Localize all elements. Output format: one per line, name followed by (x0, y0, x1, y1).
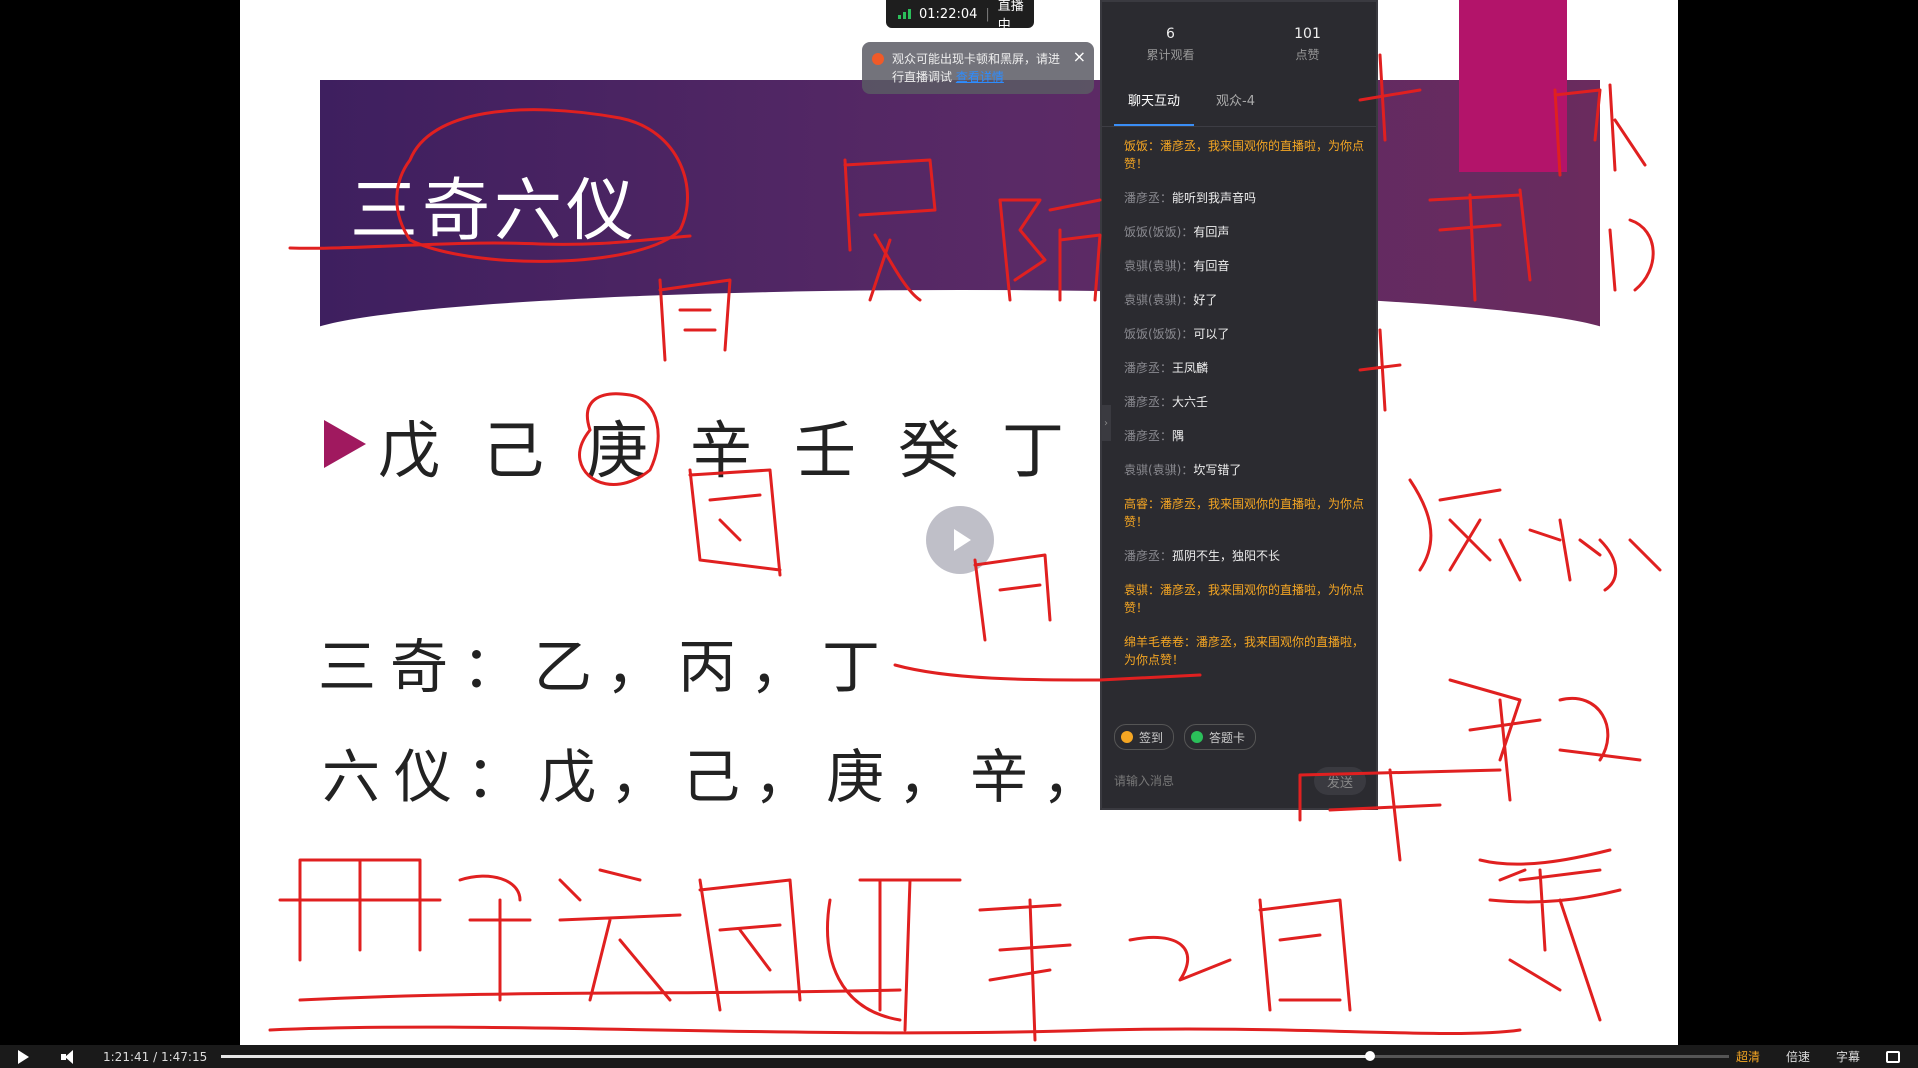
bullet-triangle-icon (324, 420, 366, 468)
quality-button[interactable]: 超清 (1736, 1048, 1760, 1065)
current-time: 1:21:41 (103, 1049, 150, 1064)
stat-likes: 101 点赞 (1239, 26, 1376, 78)
center-play-button[interactable] (926, 506, 994, 574)
play-icon (954, 529, 971, 551)
chat-message-text: 孤阴不生，独阳不长 (1172, 549, 1281, 563)
tab-chat[interactable]: 聊天互动 (1110, 78, 1198, 126)
player-stage: 三奇六仪 戊己庚辛壬癸丁 三奇：乙，丙，丁 六仪：戊，己，庚，辛， 01:22:… (0, 0, 1918, 1068)
chevron-right-icon: › (1104, 417, 1108, 429)
chat-message-text: 好了 (1193, 293, 1218, 307)
play-icon[interactable] (18, 1049, 29, 1064)
duration: 1:47:15 (160, 1049, 208, 1064)
notice-link[interactable]: 查看详情 (956, 70, 1004, 84)
live-separator: | (985, 6, 990, 22)
chat-message-text: 有回音 (1193, 259, 1230, 273)
chat-message: 潘彦丞：能听到我声音吗 (1124, 189, 1366, 207)
panel-tabs: 聊天互动 观众-4 (1102, 78, 1376, 127)
banner-curve-shape (300, 290, 1620, 410)
time-display: 1:21:41 / 1:47:15 (103, 1050, 207, 1064)
chat-panel: 6 累计观看 101 点赞 聊天互动 观众-4 饭饭：潘彦丞，我来围观你的直播啦… (1100, 0, 1378, 810)
chat-message-author: 饭饭(饭饭)： (1124, 225, 1194, 239)
player-right-controls: 超清 倍速 字幕 (1736, 1048, 1900, 1065)
chat-message: 袁骐(袁骐)：有回音 (1124, 257, 1366, 275)
warning-dot-icon (872, 53, 884, 65)
chat-message-text: 坎写错了 (1193, 463, 1242, 477)
checkin-button[interactable]: 签到 (1114, 724, 1175, 750)
progress-fill (221, 1055, 1370, 1058)
checkin-icon (1121, 731, 1133, 743)
chat-message-text: 潘彦丞，我来围观你的直播啦，为你点赞！ (1124, 497, 1365, 529)
chat-message: 绵羊毛卷卷：潘彦丞，我来围观你的直播啦，为你点赞！ (1124, 633, 1366, 669)
player-control-bar: 1:21:41 / 1:47:15 超清 倍速 字幕 (0, 1045, 1918, 1068)
panel-stats: 6 累计观看 101 点赞 (1102, 2, 1376, 78)
tab-audience[interactable]: 观众-4 (1198, 78, 1273, 126)
debug-notice: 观众可能出现卡顿和黑屏，请进行直播调试 查看详情 × (862, 42, 1094, 94)
chat-message: 潘彦丞：隅 (1124, 427, 1366, 445)
panel-collapse-handle[interactable]: › (1101, 405, 1111, 441)
stat-views-label: 累计观看 (1146, 48, 1195, 62)
slide-liuyi-line: 六仪：戊，己，庚，辛， (322, 743, 1115, 811)
time-separator: / (153, 1049, 158, 1064)
answer-card-label: 答题卡 (1209, 730, 1246, 745)
chat-message-text: 能听到我声音吗 (1172, 191, 1257, 205)
send-button[interactable]: 发送 (1314, 767, 1366, 795)
chat-message-author: 袁骐(袁骐)： (1124, 259, 1194, 273)
chat-message: 潘彦丞：大六壬 (1124, 393, 1366, 411)
chat-message-list: 饭饭：潘彦丞，我来围观你的直播啦，为你点赞！ 潘彦丞：能听到我声音吗 饭饭(饭饭)：… (1102, 127, 1376, 669)
chat-message-text: 可以了 (1193, 327, 1230, 341)
stat-views: 6 累计观看 (1102, 26, 1239, 78)
chat-message: 高睿：潘彦丞，我来围观你的直播啦，为你点赞！ (1124, 495, 1366, 531)
answer-card-button[interactable]: 答题卡 (1184, 724, 1257, 750)
speed-button[interactable]: 倍速 (1786, 1048, 1810, 1065)
chat-message-author: 袁骐(袁骐)： (1124, 463, 1194, 477)
close-icon[interactable]: × (1073, 48, 1086, 66)
volume-icon[interactable] (61, 1049, 77, 1064)
signal-icon (898, 9, 911, 19)
chat-message-author: 潘彦丞： (1124, 395, 1173, 409)
chat-message-text: 潘彦丞，我来围观你的直播啦，为你点赞！ (1124, 583, 1365, 615)
chat-message-author: 潘彦丞： (1124, 549, 1173, 563)
chat-input-row: 发送 (1112, 764, 1366, 798)
panel-actions: 签到 答题卡 (1114, 724, 1257, 750)
chat-message: 饭饭：潘彦丞，我来围观你的直播啦，为你点赞！ (1124, 137, 1366, 173)
slide-title: 三奇六仪 (350, 172, 639, 251)
chat-message-author: 潘彦丞： (1124, 361, 1173, 375)
chat-message: 饭饭(饭饭)：有回声 (1124, 223, 1366, 241)
live-timer: 01:22:04 (919, 6, 978, 22)
live-status-pill: 01:22:04 | 直播中 (886, 0, 1034, 33)
stat-views-value: 6 (1166, 26, 1175, 42)
chat-message-author: 绵羊毛卷卷： (1124, 635, 1197, 649)
stat-likes-label: 点赞 (1295, 48, 1320, 62)
chat-message-text: 潘彦丞，我来围观你的直播啦，为你点赞！ (1124, 139, 1365, 171)
chat-message-text: 王凤麟 (1172, 361, 1209, 375)
progress-knob[interactable] (1364, 1051, 1375, 1061)
subtitle-button[interactable]: 字幕 (1836, 1048, 1860, 1065)
chat-message-author: 高睿： (1124, 497, 1161, 511)
chat-message: 袁骐(袁骐)：坎写错了 (1124, 461, 1366, 479)
slide-accent-bar (1459, 0, 1567, 172)
chat-message-author: 潘彦丞： (1124, 191, 1173, 205)
chat-message-text: 有回声 (1193, 225, 1230, 239)
chat-message-author: 饭饭(饭饭)： (1124, 327, 1194, 341)
chat-message: 饭饭(饭饭)：可以了 (1124, 325, 1366, 343)
chat-message-text: 隅 (1172, 429, 1185, 443)
chat-message-author: 饭饭： (1124, 139, 1161, 153)
progress-bar[interactable] (221, 1051, 1730, 1061)
chat-message-author: 潘彦丞： (1124, 429, 1173, 443)
chat-input[interactable] (1112, 773, 1314, 789)
chat-message-text: 大六壬 (1172, 395, 1209, 409)
chat-message: 袁骐(袁骐)：好了 (1124, 291, 1366, 309)
slide-sanqi-line: 三奇：乙，丙，丁 (318, 633, 895, 701)
chat-message-author: 袁骐： (1124, 583, 1161, 597)
chat-message: 潘彦丞：王凤麟 (1124, 359, 1366, 377)
slide-stems-line: 戊己庚辛壬癸丁 (378, 414, 1107, 487)
answer-card-icon (1191, 731, 1204, 743)
fullscreen-icon[interactable] (1886, 1050, 1900, 1063)
chat-message: 潘彦丞：孤阴不生，独阳不长 (1124, 547, 1366, 565)
live-status: 直播中 (997, 0, 1024, 33)
checkin-label: 签到 (1139, 730, 1164, 745)
chat-message-author: 袁骐(袁骐)： (1124, 293, 1194, 307)
chat-message: 袁骐：潘彦丞，我来围观你的直播啦，为你点赞！ (1124, 581, 1366, 617)
stat-likes-value: 101 (1294, 26, 1321, 42)
